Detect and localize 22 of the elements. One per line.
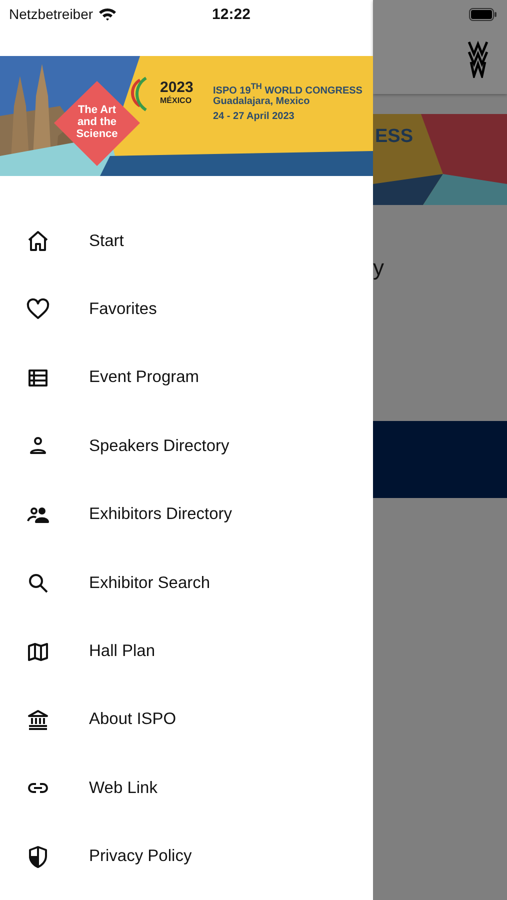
menu-item[interactable]: Start — [0, 207, 373, 276]
menu-item[interactable]: Web Link — [0, 754, 373, 823]
menu-item[interactable]: Hall Plan — [0, 617, 373, 686]
battery-icon — [469, 8, 497, 20]
banner-text-fragment: ESS — [375, 126, 414, 148]
menu-item[interactable]: Privacy Policy — [0, 822, 373, 891]
shield-icon — [26, 844, 50, 869]
search-icon — [26, 571, 50, 596]
page-text-fragment: y — [373, 255, 384, 280]
carrier-name: Netzbetreiber — [9, 6, 94, 22]
heart-icon — [26, 298, 50, 322]
menu-item[interactable]: Event Program — [0, 344, 373, 412]
clock-time: 12:22 — [212, 6, 250, 22]
menu-item[interactable]: Speakers Directory — [0, 412, 373, 481]
home-icon — [26, 229, 50, 254]
menu-item[interactable]: Favorites — [0, 275, 373, 344]
menu-item[interactable]: About ISPO — [0, 686, 373, 754]
menu-item[interactable]: Exhibitors Directory — [0, 480, 373, 549]
bank-icon — [26, 708, 50, 732]
wifi-icon — [98, 7, 118, 21]
logo-icon — [467, 40, 489, 78]
menu-item[interactable]: Exhibitor Search — [0, 548, 373, 618]
